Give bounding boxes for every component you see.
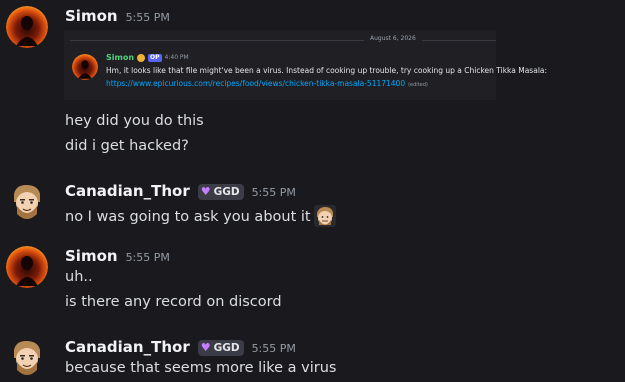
message-text: no I was going to ask you about it <box>65 205 336 227</box>
badge-icon <box>137 53 146 62</box>
timestamp: 5:55 PM <box>125 11 170 24</box>
custom-emoji-icon[interactable] <box>313 205 336 227</box>
embed-message-text: Hm, it looks like that file might've bee… <box>106 66 548 75</box>
message-header: Simon 5:55 PM <box>65 7 170 25</box>
date-divider-label: August 6, 2026 <box>364 35 422 42</box>
timestamp: 5:55 PM <box>251 186 296 199</box>
message-text: because that seems more like a virus <box>65 360 337 376</box>
message-text-content: no I was going to ask you about it <box>65 209 311 225</box>
server-tag-label: GGD <box>213 341 240 354</box>
timestamp: 5:55 PM <box>125 251 170 264</box>
server-tag[interactable]: ♥ GGD <box>197 339 244 356</box>
message-header: Canadian_Thor ♥ GGD 5:55 PM <box>65 338 296 357</box>
server-tag-label: GGD <box>213 185 240 198</box>
embedded-screenshot[interactable]: August 6, 2026 Simon OP 4:40 PM Hm, it l… <box>64 30 547 100</box>
avatar-simon[interactable] <box>6 6 48 48</box>
username[interactable]: Canadian_Thor <box>65 338 190 356</box>
timestamp: 5:55 PM <box>251 342 296 355</box>
embed-username: Simon <box>106 53 135 62</box>
message-header: Simon 5:55 PM <box>65 247 170 265</box>
message-text: uh.. <box>65 269 93 285</box>
message-header: Canadian_Thor ♥ GGD 5:55 PM <box>65 182 296 201</box>
message-text: did i get hacked? <box>65 138 189 154</box>
op-badge: OP <box>148 53 162 62</box>
date-divider <box>70 40 496 41</box>
heart-icon: ♥ <box>200 185 211 198</box>
avatar-canadian-thor[interactable] <box>6 180 48 222</box>
embed-message-header: Simon OP 4:40 PM <box>106 53 189 62</box>
embed-avatar <box>72 54 98 80</box>
chat-message-list: Simon 5:55 PM August 6, 2026 Simon OP 4:… <box>0 0 625 382</box>
username[interactable]: Canadian_Thor <box>65 182 190 200</box>
username[interactable]: Simon <box>65 7 118 25</box>
heart-icon: ♥ <box>200 341 211 354</box>
message-text: hey did you do this <box>65 113 204 129</box>
embed-link-row: https://www.epicurious.com/recipes/food/… <box>106 79 428 88</box>
username[interactable]: Simon <box>65 247 118 265</box>
message-text: is there any record on discord <box>65 294 282 310</box>
avatar-canadian-thor[interactable] <box>6 336 48 378</box>
avatar-simon[interactable] <box>6 246 48 288</box>
edited-label: (edited) <box>408 82 428 88</box>
embed-timestamp: 4:40 PM <box>164 54 189 61</box>
embed-link: https://www.epicurious.com/recipes/food/… <box>106 79 406 88</box>
server-tag[interactable]: ♥ GGD <box>197 183 244 200</box>
